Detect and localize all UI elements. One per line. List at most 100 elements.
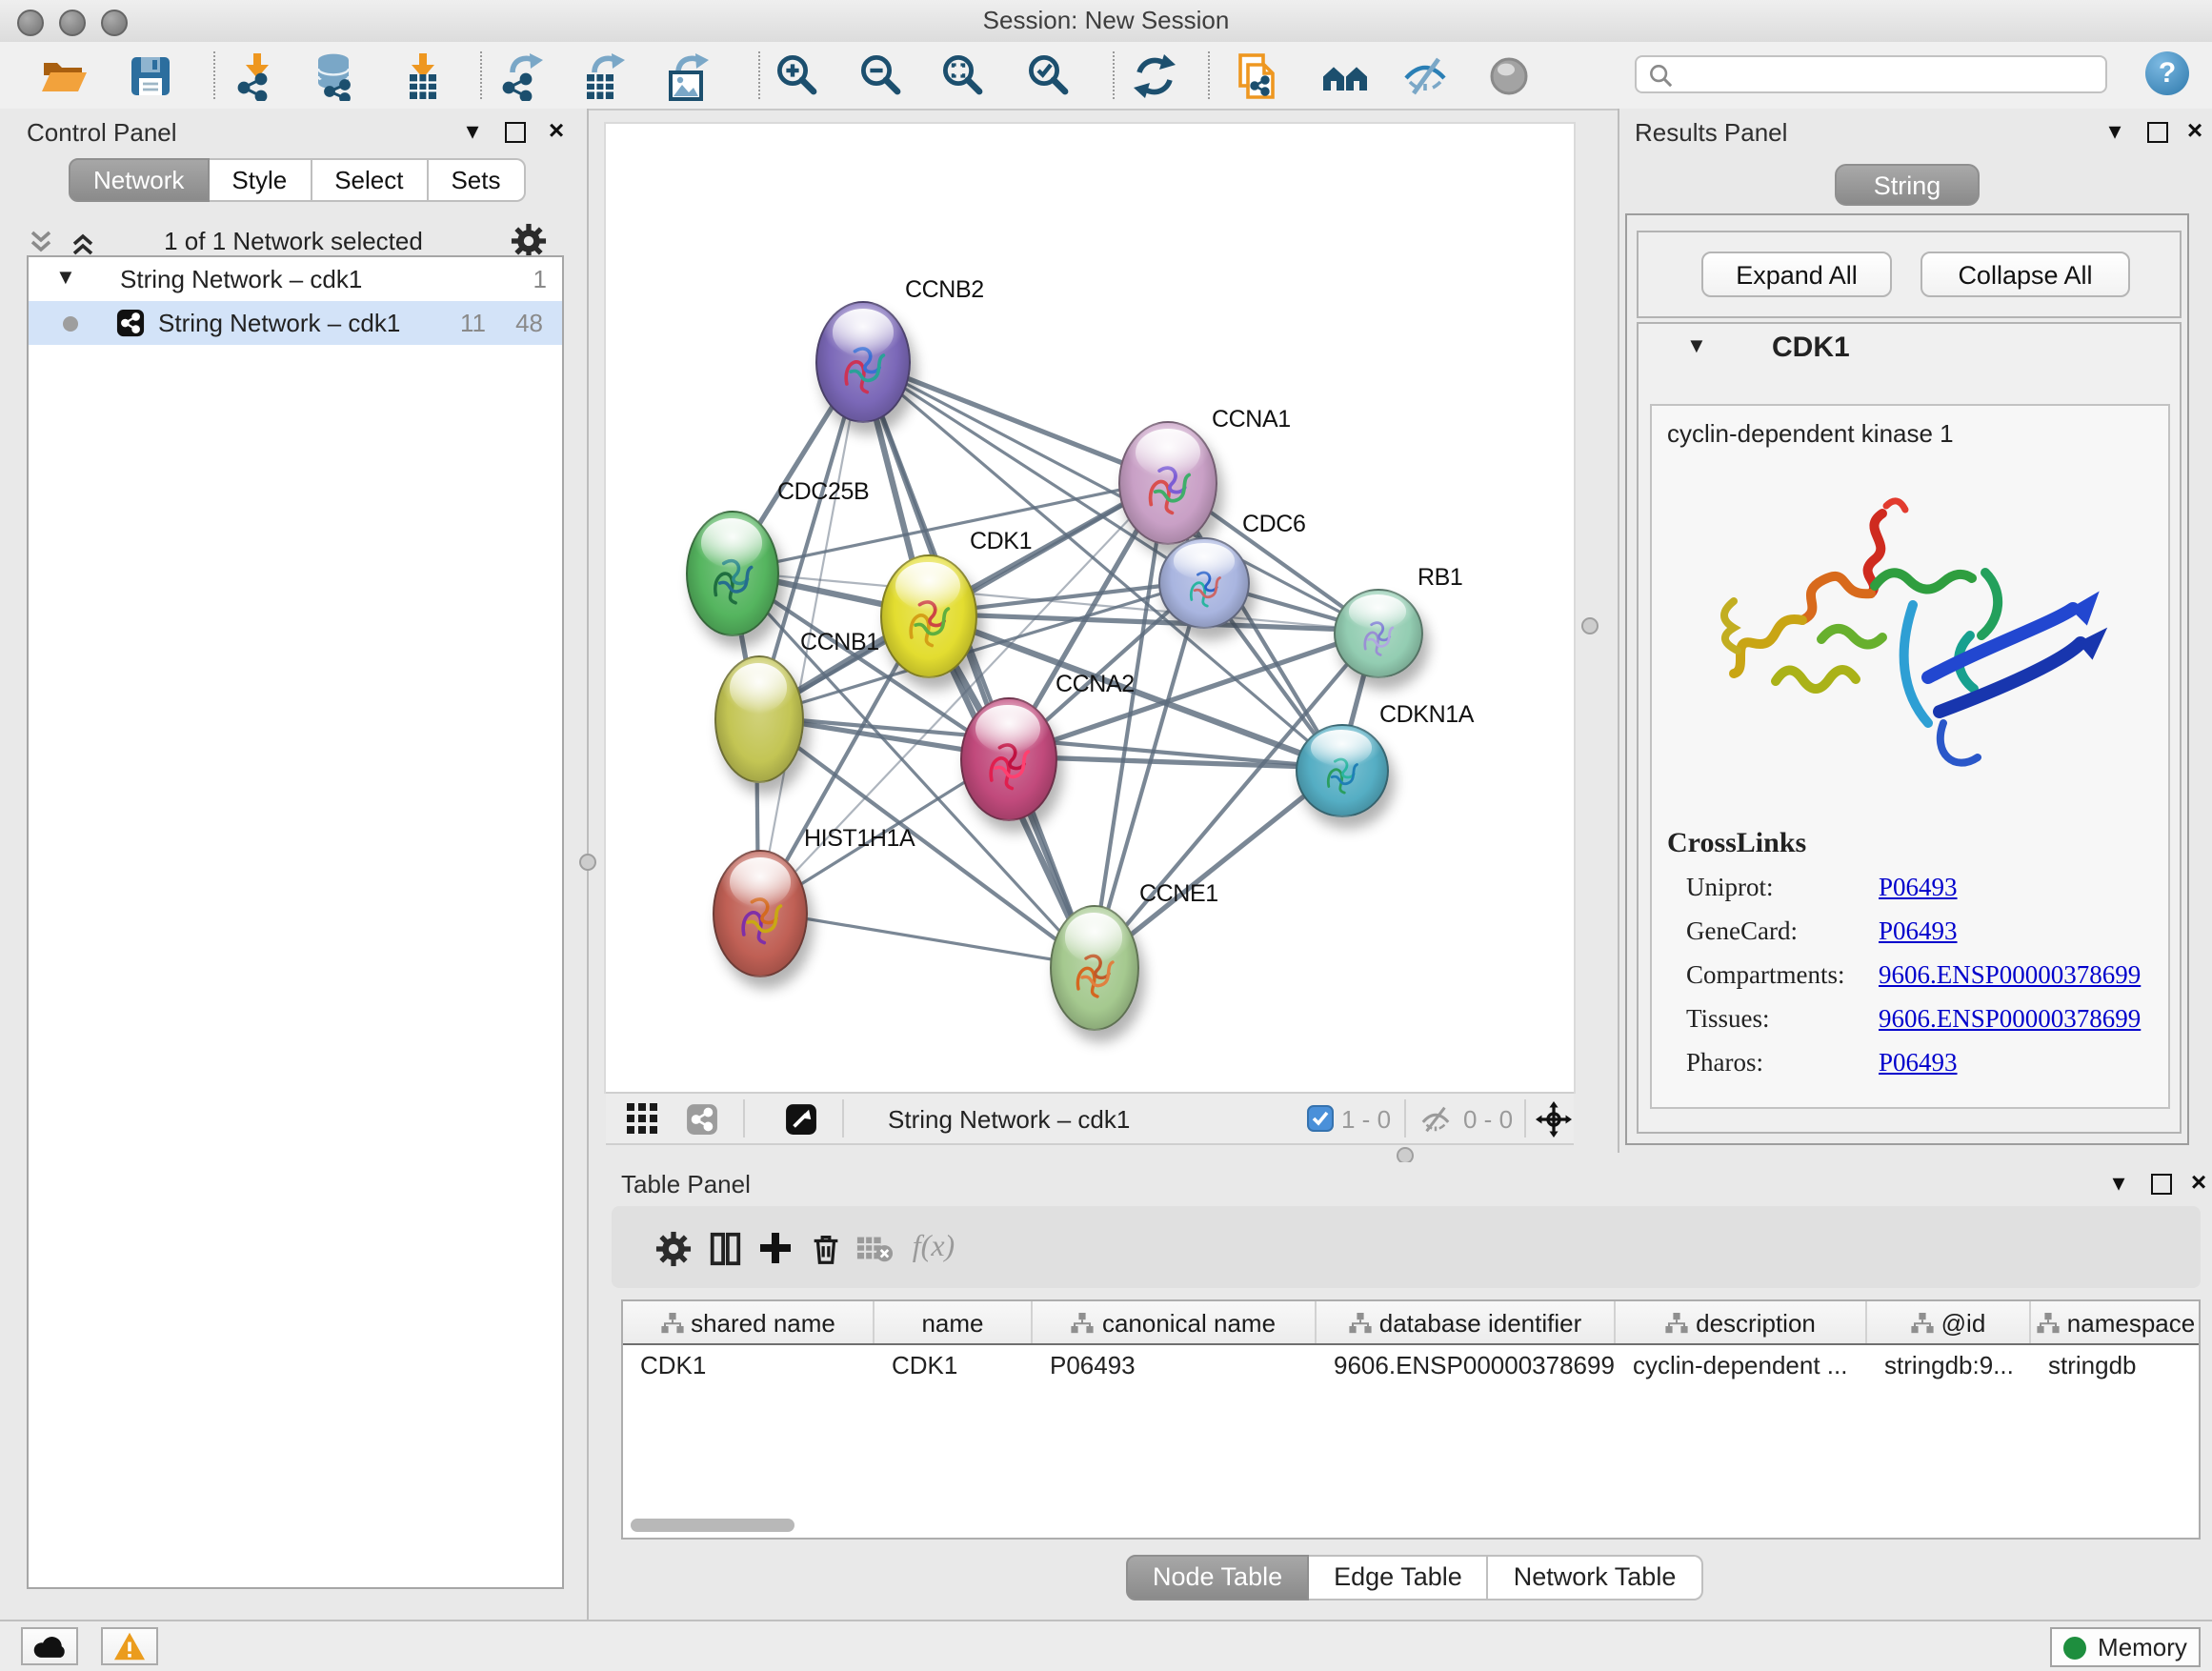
hide-view-button[interactable]: [1398, 50, 1452, 103]
save-session-button[interactable]: [124, 50, 177, 103]
panel-close-icon[interactable]: ×: [541, 116, 572, 147]
crosslink-link[interactable]: P06493: [1879, 1048, 1958, 1078]
panel-menu-icon[interactable]: ▾: [2103, 1168, 2134, 1198]
crosslink-link[interactable]: P06493: [1879, 873, 1958, 903]
table-cell[interactable]: stringdb: [2031, 1345, 2201, 1387]
zoom-fit-button[interactable]: [937, 50, 991, 103]
tab-network[interactable]: Network: [69, 158, 209, 202]
network-node-hist1h1a[interactable]: [713, 849, 808, 976]
memory-button[interactable]: Memory: [2050, 1627, 2201, 1667]
panel-menu-icon[interactable]: ▾: [457, 116, 488, 147]
network-collection-row[interactable]: ▼ String Network – cdk1 1: [29, 257, 562, 301]
column-header--id[interactable]: @id: [1867, 1301, 2031, 1343]
network-node-cdk1[interactable]: [879, 554, 976, 677]
panel-menu-icon[interactable]: ▾: [2100, 116, 2130, 147]
detach-view-button[interactable]: [785, 1094, 817, 1143]
column-header-description[interactable]: description: [1616, 1301, 1867, 1343]
network-node-ccna1[interactable]: [1118, 420, 1217, 544]
panel-close-icon[interactable]: ×: [2180, 116, 2210, 147]
network-node-rb1[interactable]: [1333, 588, 1422, 677]
column-header-database-identifier[interactable]: database identifier: [1317, 1301, 1616, 1343]
panel-float-icon[interactable]: [2142, 116, 2172, 147]
crosslink-link[interactable]: 9606.ENSP00000378699: [1879, 1004, 2141, 1035]
expand-all-button[interactable]: Expand All: [1701, 252, 1892, 297]
show-all-views-button[interactable]: [1318, 50, 1372, 103]
show-columns-button[interactable]: [701, 1225, 747, 1271]
panel-close-icon[interactable]: ×: [2183, 1168, 2212, 1198]
network-view-share-button[interactable]: [686, 1094, 718, 1143]
section-expander-icon[interactable]: ▼: [1686, 335, 1707, 358]
table-cell[interactable]: CDK1: [623, 1345, 875, 1387]
cloud-status-button[interactable]: [21, 1627, 78, 1665]
zoom-in-button[interactable]: [772, 50, 825, 103]
crosslink-row: Tissues:9606.ENSP00000378699: [1652, 1004, 2168, 1042]
column-header-namespace[interactable]: namespace: [2031, 1301, 2201, 1343]
help-button[interactable]: ?: [2145, 51, 2189, 95]
toolbar-separator: [743, 1099, 745, 1137]
pan-mode-button[interactable]: [1536, 1094, 1572, 1143]
panel-float-icon[interactable]: [2145, 1168, 2176, 1198]
table-cell[interactable]: stringdb:9...: [1867, 1345, 2031, 1387]
network-node-cdkn1a[interactable]: [1295, 723, 1388, 816]
selected-checkbox[interactable]: [1307, 1094, 1334, 1143]
column-header-canonical-name[interactable]: canonical name: [1033, 1301, 1317, 1343]
zoom-out-button[interactable]: [855, 50, 909, 103]
refresh-button[interactable]: [1128, 50, 1181, 103]
network-edge[interactable]: [758, 911, 1092, 966]
network-node-ccnb1[interactable]: [714, 654, 803, 782]
export-table-button[interactable]: [579, 50, 633, 103]
network-node-ccne1[interactable]: [1049, 905, 1138, 1031]
create-column-button[interactable]: [753, 1225, 798, 1271]
warning-status-button[interactable]: [101, 1627, 158, 1665]
show-view-button[interactable]: [1482, 50, 1536, 103]
node-gloss: [1311, 730, 1372, 766]
tab-sets[interactable]: Sets: [428, 158, 525, 202]
network-canvas[interactable]: CCNB2CCNA1CDC25BCDK1CDC6RB1CCNB1CCNA2CDK…: [606, 124, 1574, 1092]
tab-select[interactable]: Select: [312, 158, 428, 202]
open-session-button[interactable]: [38, 50, 91, 103]
tree-expander-icon[interactable]: ▼: [55, 257, 76, 301]
tab-node-table[interactable]: Node Table: [1126, 1555, 1309, 1601]
grid-view-button[interactable]: [627, 1094, 657, 1143]
import-table-button[interactable]: [396, 50, 450, 103]
node-table[interactable]: shared namenamecanonical namedatabase id…: [621, 1299, 2201, 1540]
node-gloss: [729, 857, 791, 907]
tab-style[interactable]: Style: [209, 158, 312, 202]
table-cell[interactable]: 9606.ENSP00000378699: [1317, 1345, 1616, 1387]
network-node-ccnb2[interactable]: [815, 301, 911, 423]
import-network-button[interactable]: [231, 50, 284, 103]
collapse-all-button[interactable]: Collapse All: [1920, 252, 2130, 297]
tab-network-table[interactable]: Network Table: [1489, 1555, 1703, 1601]
column-header-name[interactable]: name: [875, 1301, 1033, 1343]
hidden-toggle[interactable]: [1419, 1094, 1452, 1143]
table-settings-button[interactable]: [650, 1225, 695, 1271]
table-cell[interactable]: cyclin-dependent ...: [1616, 1345, 1867, 1387]
delete-column-button[interactable]: [802, 1225, 848, 1271]
import-network-from-database-button[interactable]: [311, 50, 364, 103]
horizontal-scrollbar[interactable]: [631, 1519, 794, 1532]
results-splitter-handle[interactable]: [1581, 617, 1599, 634]
crosslink-link[interactable]: 9606.ENSP00000378699: [1879, 960, 2141, 991]
export-network-button[interactable]: [497, 50, 551, 103]
zoom-selected-button[interactable]: [1023, 50, 1076, 103]
export-image-button[interactable]: [663, 50, 716, 103]
tab-string[interactable]: String: [1835, 164, 1980, 206]
function-builder-button[interactable]: f(x): [901, 1225, 966, 1271]
table-cell[interactable]: CDK1: [875, 1345, 1033, 1387]
search-input[interactable]: [1635, 55, 2107, 93]
tab-edge-table[interactable]: Edge Table: [1309, 1555, 1489, 1601]
table-row[interactable]: CDK1CDK1P064939606.ENSP00000378699cyclin…: [623, 1345, 2199, 1387]
table-cell[interactable]: P06493: [1033, 1345, 1317, 1387]
network-row[interactable]: String Network – cdk1 11 48: [29, 301, 562, 345]
vertical-splitter-handle[interactable]: [579, 854, 596, 871]
network-node-ccna2[interactable]: [959, 696, 1056, 820]
crosslink-link[interactable]: P06493: [1879, 916, 1958, 947]
panel-float-icon[interactable]: [499, 116, 530, 147]
column-header-shared-name[interactable]: shared name: [623, 1301, 875, 1343]
network-node-cdc25b[interactable]: [685, 511, 778, 636]
collection-name: String Network – cdk1: [120, 257, 362, 301]
network-node-cdc6[interactable]: [1158, 537, 1250, 629]
delete-table-button[interactable]: [852, 1225, 897, 1271]
gear-icon[interactable]: [511, 223, 547, 259]
clone-network-button[interactable]: [1231, 50, 1284, 103]
